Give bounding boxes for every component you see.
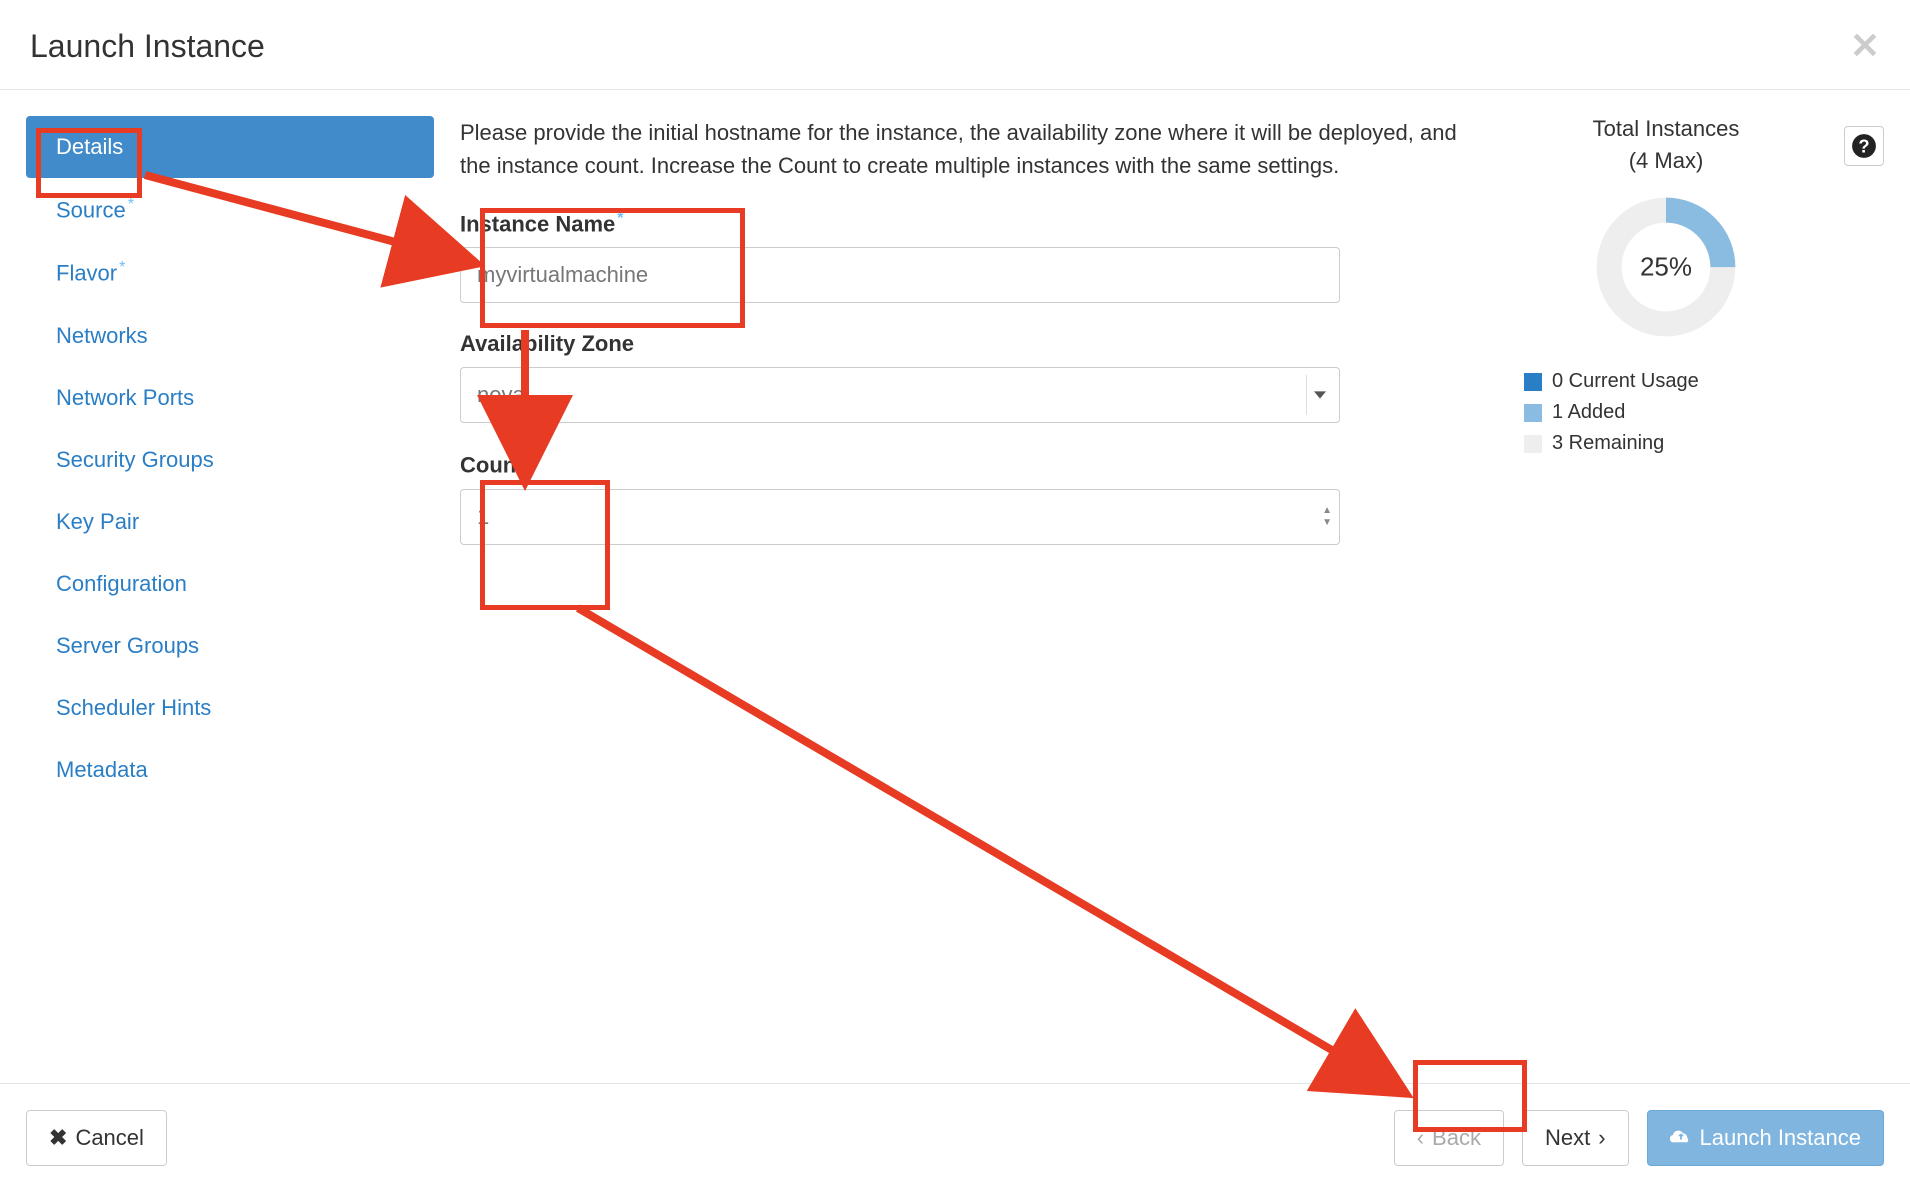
quota-percent: 25%	[1640, 252, 1692, 283]
availability-zone-select[interactable]: nova	[460, 367, 1340, 423]
sidebar-item-scheduler-hints[interactable]: Scheduler Hints	[0, 677, 460, 739]
launch-instance-button[interactable]: Launch Instance	[1647, 1110, 1884, 1166]
chevron-down-icon[interactable]	[1306, 375, 1332, 415]
required-star-icon: *	[617, 210, 623, 227]
sidebar-item-metadata[interactable]: Metadata	[0, 739, 460, 801]
sidebar-item-source[interactable]: Source*	[0, 178, 460, 241]
availability-zone-label: Availability Zone	[460, 331, 1484, 357]
label-text: Instance Name	[460, 211, 615, 236]
help-icon: ?	[1851, 133, 1877, 159]
sidebar-item-label: Configuration	[56, 571, 187, 596]
sidebar-item-label: Scheduler Hints	[56, 695, 211, 720]
sidebar-item-details[interactable]: Details	[26, 116, 434, 178]
sidebar-item-network-ports[interactable]: Network Ports	[0, 367, 460, 429]
stepper-up-icon[interactable]: ▲	[1322, 506, 1332, 516]
modal-title: Launch Instance	[30, 28, 265, 65]
sidebar-item-networks[interactable]: Networks	[0, 305, 460, 367]
stepper-down-icon[interactable]: ▼	[1322, 518, 1332, 528]
sidebar-item-key-pair[interactable]: Key Pair	[0, 491, 460, 553]
legend-swatch	[1524, 435, 1542, 453]
legend-item-current: 0 Current Usage	[1524, 370, 1808, 393]
quota-donut-chart: 25%	[1591, 192, 1741, 342]
sidebar-item-flavor[interactable]: Flavor*	[0, 241, 460, 304]
sidebar-item-label: Source	[56, 197, 126, 222]
sidebar-item-label: Networks	[56, 323, 148, 348]
instance-name-label: Instance Name*	[460, 210, 1484, 237]
sidebar-item-label: Server Groups	[56, 633, 199, 658]
sidebar-item-label: Details	[56, 134, 123, 159]
button-label: Launch Instance	[1700, 1125, 1861, 1151]
legend-item-added: 1 Added	[1524, 401, 1808, 424]
close-icon[interactable]: ✕	[1850, 28, 1880, 64]
required-star-icon: *	[119, 259, 125, 276]
help-button[interactable]: ?	[1844, 126, 1884, 166]
form-description: Please provide the initial hostname for …	[460, 116, 1484, 182]
next-button[interactable]: Next ›	[1522, 1110, 1629, 1166]
legend-swatch	[1524, 373, 1542, 391]
sidebar-item-label: Flavor	[56, 261, 117, 286]
button-label: Back	[1432, 1125, 1481, 1151]
label-text: Availability Zone	[460, 331, 634, 356]
required-star-icon: *	[526, 451, 532, 468]
sidebar-item-label: Key Pair	[56, 509, 139, 534]
count-label: Count*	[460, 451, 1484, 478]
quota-subtitle: (4 Max)	[1524, 148, 1808, 174]
button-label: Cancel	[75, 1125, 143, 1151]
back-button[interactable]: ‹ Back	[1394, 1110, 1504, 1166]
wizard-sidebar: Details Source* Flavor* Networks Network…	[0, 90, 460, 1083]
label-text: Count	[460, 453, 524, 478]
chevron-left-icon: ‹	[1417, 1125, 1424, 1151]
legend-swatch	[1524, 404, 1542, 422]
chevron-right-icon: ›	[1598, 1125, 1605, 1151]
legend-label: 3 Remaining	[1552, 432, 1664, 455]
cancel-x-icon: ✖	[49, 1125, 67, 1151]
button-label: Next	[1545, 1125, 1590, 1151]
sidebar-item-configuration[interactable]: Configuration	[0, 553, 460, 615]
required-star-icon: *	[128, 196, 134, 213]
sidebar-item-security-groups[interactable]: Security Groups	[0, 429, 460, 491]
sidebar-item-server-groups[interactable]: Server Groups	[0, 615, 460, 677]
cancel-button[interactable]: ✖ Cancel	[26, 1110, 167, 1166]
instance-name-input[interactable]	[460, 247, 1340, 303]
legend-label: 0 Current Usage	[1552, 370, 1699, 393]
svg-text:?: ?	[1858, 136, 1869, 157]
sidebar-item-label: Metadata	[56, 757, 148, 782]
number-stepper[interactable]: ▲ ▼	[1322, 506, 1332, 528]
quota-legend: 0 Current Usage 1 Added 3 Remaining	[1524, 370, 1808, 455]
cloud-upload-icon	[1670, 1125, 1692, 1151]
sidebar-item-label: Security Groups	[56, 447, 214, 472]
quota-title: Total Instances	[1524, 116, 1808, 142]
sidebar-item-label: Network Ports	[56, 385, 194, 410]
count-input[interactable]	[460, 489, 1340, 545]
legend-item-remaining: 3 Remaining	[1524, 432, 1808, 455]
legend-label: 1 Added	[1552, 401, 1625, 424]
